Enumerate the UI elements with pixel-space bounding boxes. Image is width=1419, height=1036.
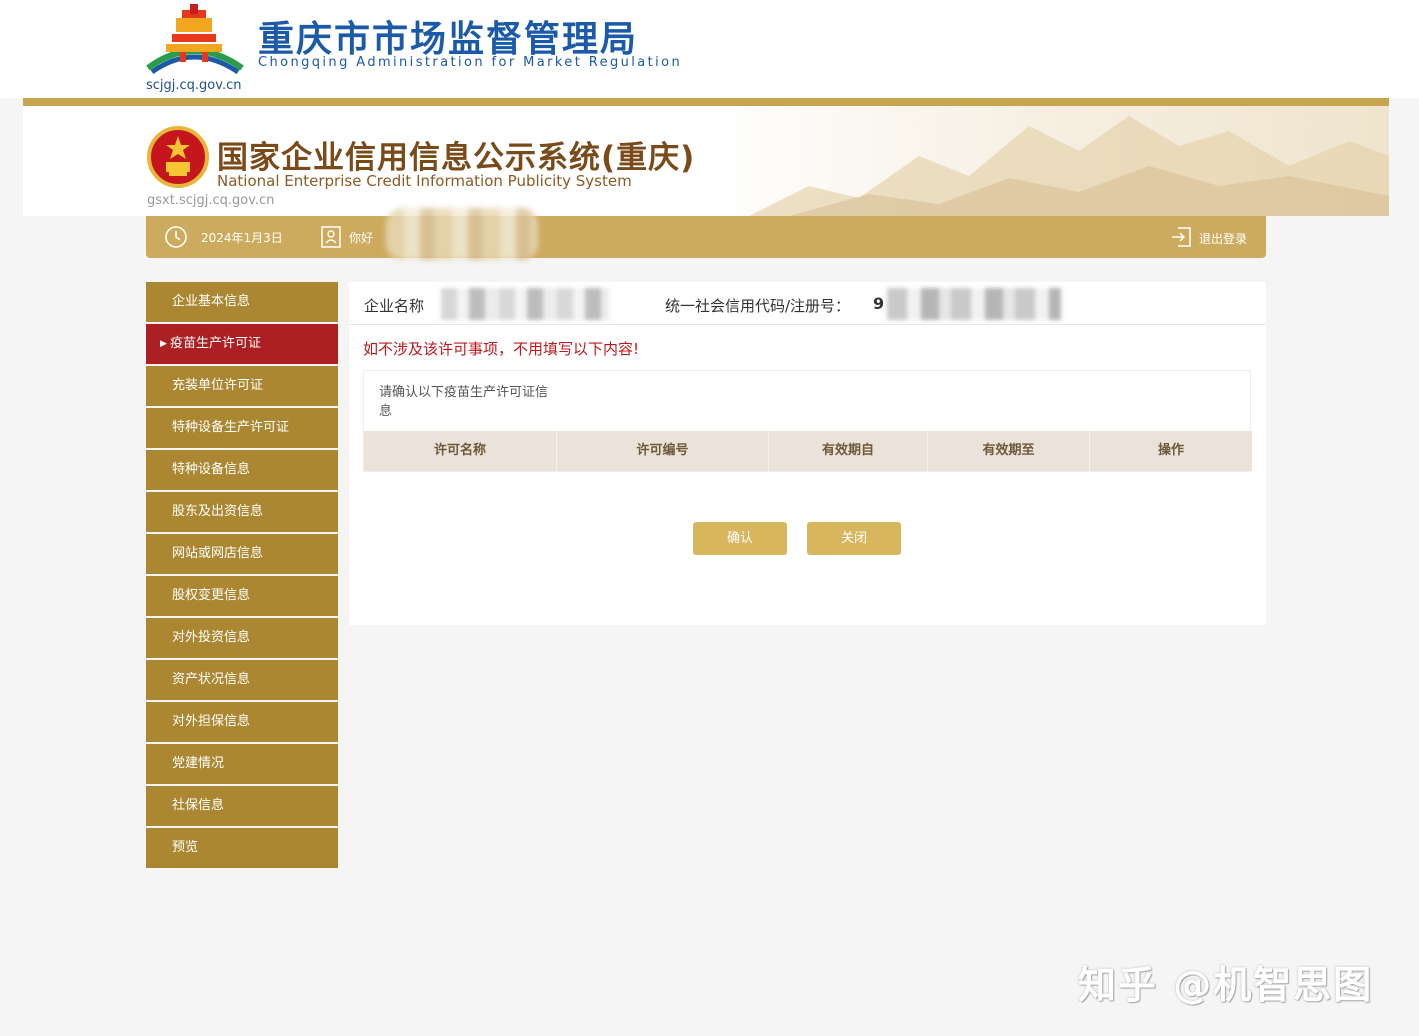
sidebar-item-assets[interactable]: 资产状况信息 xyxy=(146,660,338,700)
sidebar-item-label: 对外担保信息 xyxy=(172,714,251,729)
caret-right-icon: ▶ xyxy=(160,339,167,349)
sidebar-item-party-building[interactable]: 党建情况 xyxy=(146,744,338,784)
credit-code-label: 统一社会信用代码/注册号： xyxy=(665,297,851,315)
confirm-button[interactable]: 确认 xyxy=(693,522,787,555)
sidebar-item-preview[interactable]: 预览 xyxy=(146,828,338,868)
enterprise-info-row: 企业名称 统一社会信用代码/注册号： 9 xyxy=(349,282,1266,325)
sidebar-item-label: 特种设备生产许可证 xyxy=(172,420,290,435)
watermark: 知乎 @机智思图 xyxy=(1078,963,1374,1007)
box-caption: 请确认以下疫苗生产许可证信息 xyxy=(379,385,549,419)
mountain-landscape-decoration xyxy=(749,116,1389,216)
redacted-enterprise-name xyxy=(441,288,609,320)
redacted-credit-code xyxy=(887,288,1061,320)
sidebar-item-basic-info[interactable]: 企业基本信息 xyxy=(146,282,338,322)
site-subtitle: Chongqing Administration for Market Regu… xyxy=(258,55,683,70)
system-subtitle: National Enterprise Credit Information P… xyxy=(217,172,632,190)
greeting: 你好 xyxy=(349,231,374,245)
column-header-license-number: 许可编号 xyxy=(557,431,769,471)
sidebar-item-label: 疫苗生产许可证 xyxy=(170,336,262,351)
header-divider xyxy=(23,98,1389,106)
sidebar-item-label: 对外投资信息 xyxy=(172,630,251,645)
sidebar-item-label: 社保信息 xyxy=(172,798,225,813)
sidebar-item-investment[interactable]: 对外投资信息 xyxy=(146,618,338,658)
enterprise-name-label: 企业名称 xyxy=(364,297,425,315)
license-confirm-box: 请确认以下疫苗生产许可证信息 许可名称 许可编号 有效期自 有效期至 操作 xyxy=(363,370,1252,472)
sidebar-item-shareholders[interactable]: 股东及出资信息 xyxy=(146,492,338,532)
notice-text: 如不涉及该许可事项，不用填写以下内容! xyxy=(363,340,640,358)
column-header-license-name: 许可名称 xyxy=(364,431,557,471)
sidebar-item-label: 预览 xyxy=(172,840,199,855)
main-panel: 企业名称 统一社会信用代码/注册号： 9 如不涉及该许可事项，不用填写以下内容!… xyxy=(349,282,1266,625)
sidebar-item-social-security[interactable]: 社保信息 xyxy=(146,786,338,826)
system-url: gsxt.scjgj.cq.gov.cn xyxy=(147,193,275,208)
close-button[interactable]: 关闭 xyxy=(807,522,901,555)
sidebar-item-label: 特种设备信息 xyxy=(172,462,251,477)
market-regulation-logo-icon xyxy=(146,4,244,75)
logout-link[interactable]: 退出登录 xyxy=(1199,230,1247,247)
site-header: scjgj.cq.gov.cn 重庆市市场监督管理局 Chongqing Adm… xyxy=(0,0,1419,98)
column-header-actions: 操作 xyxy=(1157,443,1184,458)
national-emblem-icon xyxy=(147,126,209,188)
sidebar-item-equity-change[interactable]: 股权变更信息 xyxy=(146,576,338,616)
sidebar-item-filling-license[interactable]: 充装单位许可证 xyxy=(146,366,338,406)
sidebar-item-special-equipment-info[interactable]: 特种设备信息 xyxy=(146,450,338,490)
column-header-valid-from: 有效期自 xyxy=(769,431,928,471)
sidebar-item-label: 网站或网店信息 xyxy=(172,546,264,561)
sidebar-item-label: 资产状况信息 xyxy=(172,672,251,687)
sidebar-item-label: 充装单位许可证 xyxy=(172,378,264,393)
user-icon xyxy=(321,226,341,248)
sidebar-item-vaccine-license[interactable]: ▶ 疫苗生产许可证 xyxy=(146,324,338,364)
current-date: 2024年1月3日 xyxy=(201,231,283,245)
column-header-valid-to: 有效期至 xyxy=(928,431,1090,471)
sidebar-item-special-equipment-license[interactable]: 特种设备生产许可证 xyxy=(146,408,338,448)
credit-code-prefix: 9 xyxy=(873,294,885,313)
sidebar-item-website[interactable]: 网站或网店信息 xyxy=(146,534,338,574)
sidebar-nav: 企业基本信息 ▶ 疫苗生产许可证 充装单位许可证 特种设备生产许可证 特种设备信息… xyxy=(146,282,338,870)
sidebar-item-guarantee[interactable]: 对外担保信息 xyxy=(146,702,338,742)
redacted-username xyxy=(386,208,538,260)
system-title: 国家企业信用信息公示系统(重庆) xyxy=(217,140,696,176)
site-url: scjgj.cq.gov.cn xyxy=(146,78,242,93)
clock-icon xyxy=(165,226,187,248)
sidebar-item-label: 股东及出资信息 xyxy=(172,504,264,519)
sidebar-item-label: 股权变更信息 xyxy=(172,588,251,603)
sidebar-item-label: 企业基本信息 xyxy=(172,294,251,309)
logout-icon[interactable] xyxy=(1170,226,1192,248)
license-table-header: 许可名称 许可编号 有效期自 有效期至 操作 xyxy=(364,431,1252,471)
user-bar: 2024年1月3日 你好 退出登录 xyxy=(146,208,1266,260)
sidebar-item-label: 党建情况 xyxy=(172,756,225,771)
